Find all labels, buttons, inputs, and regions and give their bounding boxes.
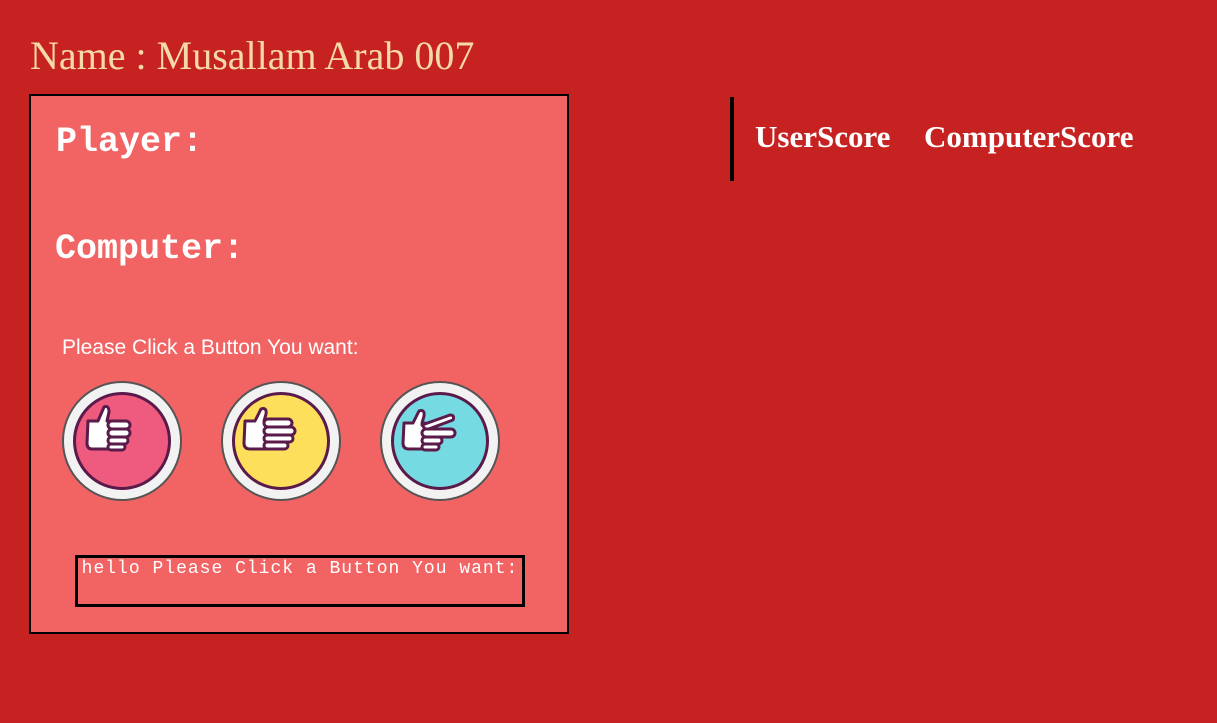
instruction-text: Please Click a Button You want: — [62, 336, 359, 359]
peace-hand-icon — [401, 409, 457, 452]
user-score-label: UserScore — [755, 119, 891, 154]
fist-icon — [85, 405, 132, 452]
rock-button[interactable] — [62, 381, 182, 501]
scoreboard: UserScore ComputerScore — [730, 97, 1134, 181]
scissors-button[interactable] — [380, 381, 500, 501]
result-message: hello Please Click a Button You want: — [75, 555, 525, 607]
page-title: Name : Musallam Arab 007 — [30, 33, 475, 78]
open-hand-icon — [242, 407, 297, 451]
paper-button[interactable] — [221, 381, 341, 501]
game-panel: Player: Computer: Please Click a Button … — [29, 94, 569, 634]
computer-choice-label: Computer: — [55, 229, 245, 269]
player-choice-label: Player: — [56, 122, 204, 162]
computer-score-label: ComputerScore — [924, 119, 1134, 154]
